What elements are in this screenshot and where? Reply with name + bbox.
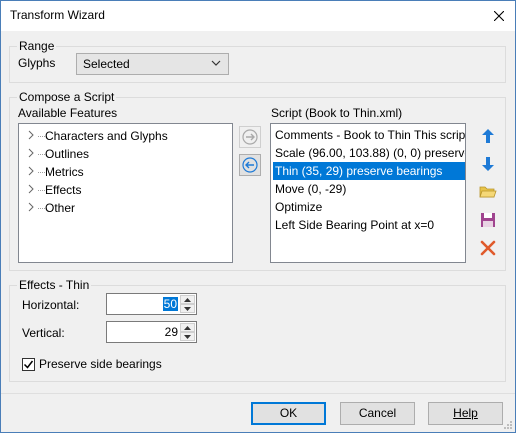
help-button-label: Help — [453, 406, 478, 420]
tree-item-label: Characters and Glyphs — [45, 129, 168, 143]
chevron-down-icon — [211, 60, 221, 66]
compose-group-label: Compose a Script — [17, 90, 117, 104]
chevron-right-icon — [28, 166, 34, 176]
glyphs-label: Glyphs — [18, 56, 56, 70]
script-item[interactable]: Move (0, -29) — [273, 180, 465, 198]
caret-down-icon — [184, 334, 191, 339]
horizontal-decrement-button[interactable] — [180, 304, 195, 313]
caret-up-icon — [184, 297, 191, 302]
script-item[interactable]: Scale (96.00, 103.88) (0, 0) preserve b — [273, 144, 465, 162]
close-icon — [494, 11, 504, 21]
horizontal-spin-arrows — [180, 295, 195, 313]
cancel-button[interactable]: Cancel — [340, 402, 415, 425]
folder-open-icon — [479, 186, 497, 198]
chevron-right-icon — [28, 202, 34, 212]
available-features-label: Available Features — [18, 106, 118, 120]
open-script-button[interactable] — [477, 181, 499, 203]
cancel-button-label: Cancel — [358, 406, 397, 420]
horizontal-value[interactable]: 50 — [162, 297, 178, 311]
arrow-up-icon — [482, 129, 494, 143]
chevron-right-icon — [28, 184, 34, 194]
title-bar: Transform Wizard — [1, 1, 515, 31]
delete-x-icon — [480, 240, 496, 256]
script-item-label: Comments - Book to Thin This script — [275, 128, 465, 142]
tree-item-label: Metrics — [45, 165, 84, 179]
vertical-increment-button[interactable] — [180, 323, 195, 332]
glyphs-dropdown[interactable]: Selected — [76, 53, 229, 75]
move-up-button[interactable] — [477, 125, 499, 147]
glyphs-dropdown-value: Selected — [83, 57, 130, 71]
vertical-label: Vertical: — [22, 326, 65, 340]
horizontal-increment-button[interactable] — [180, 295, 195, 304]
ok-button[interactable]: OK — [251, 402, 326, 425]
script-item-selected[interactable]: Thin (35, 29) preserve bearings — [273, 162, 465, 180]
vertical-decrement-button[interactable] — [180, 332, 195, 341]
preserve-side-bearings-checkbox[interactable] — [22, 358, 35, 371]
transform-wizard-window: Transform Wizard Range Glyphs Selected C… — [0, 0, 516, 433]
effects-group-label: Effects - Thin — [17, 278, 92, 292]
tree-item-label: Outlines — [45, 147, 90, 161]
caret-down-icon — [184, 306, 191, 311]
tree-item-label: Effects — [45, 183, 82, 197]
script-label: Script (Book to Thin.xml) — [271, 106, 403, 120]
script-item[interactable]: Left Side Bearing Point at x=0 — [273, 216, 465, 234]
horizontal-label: Horizontal: — [22, 298, 80, 312]
close-button[interactable] — [483, 1, 515, 31]
script-item-label: Move (0, -29) — [275, 182, 347, 196]
remove-from-script-button[interactable] — [239, 154, 261, 176]
preserve-side-bearings-label[interactable]: Preserve side bearings — [39, 357, 162, 371]
vertical-spin-arrows — [180, 323, 195, 341]
save-script-button[interactable] — [477, 209, 499, 231]
arrow-left-circle-icon — [242, 157, 258, 173]
arrow-down-icon — [482, 157, 494, 171]
window-title: Transform Wizard — [10, 8, 105, 22]
range-group-label: Range — [17, 39, 57, 53]
script-list[interactable]: Comments - Book to Thin This script Scal… — [270, 123, 466, 263]
script-item-label: Optimize — [275, 200, 323, 214]
horizontal-spinbox[interactable]: 50 — [106, 293, 197, 315]
available-features-tree[interactable]: Characters and Glyphs Outlines Metrics E… — [18, 123, 233, 263]
caret-up-icon — [184, 325, 191, 330]
dialog-footer: OK Cancel Help — [1, 393, 515, 432]
script-item-label: Thin (35, 29) preserve bearings — [275, 164, 443, 178]
tree-item-label: Other — [45, 201, 76, 215]
save-icon — [481, 213, 495, 227]
script-item[interactable]: Optimize — [273, 198, 465, 216]
add-to-script-button[interactable] — [239, 126, 261, 148]
checkmark-icon — [23, 360, 34, 369]
script-item-label: Left Side Bearing Point at x=0 — [275, 218, 435, 232]
script-item[interactable]: Comments - Book to Thin This script — [273, 126, 465, 144]
chevron-right-icon — [28, 130, 34, 140]
ok-button-label: OK — [279, 406, 298, 420]
arrow-right-circle-icon — [242, 129, 258, 145]
delete-script-item-button[interactable] — [477, 237, 499, 259]
script-item-label: Scale (96.00, 103.88) (0, 0) preserve b — [275, 146, 465, 160]
vertical-spinbox[interactable]: 29 — [106, 321, 197, 343]
chevron-right-icon — [28, 148, 34, 158]
vertical-value[interactable]: 29 — [165, 325, 178, 339]
help-button[interactable]: Help — [428, 402, 503, 425]
move-down-button[interactable] — [477, 153, 499, 175]
resize-grip-icon[interactable] — [503, 420, 513, 430]
